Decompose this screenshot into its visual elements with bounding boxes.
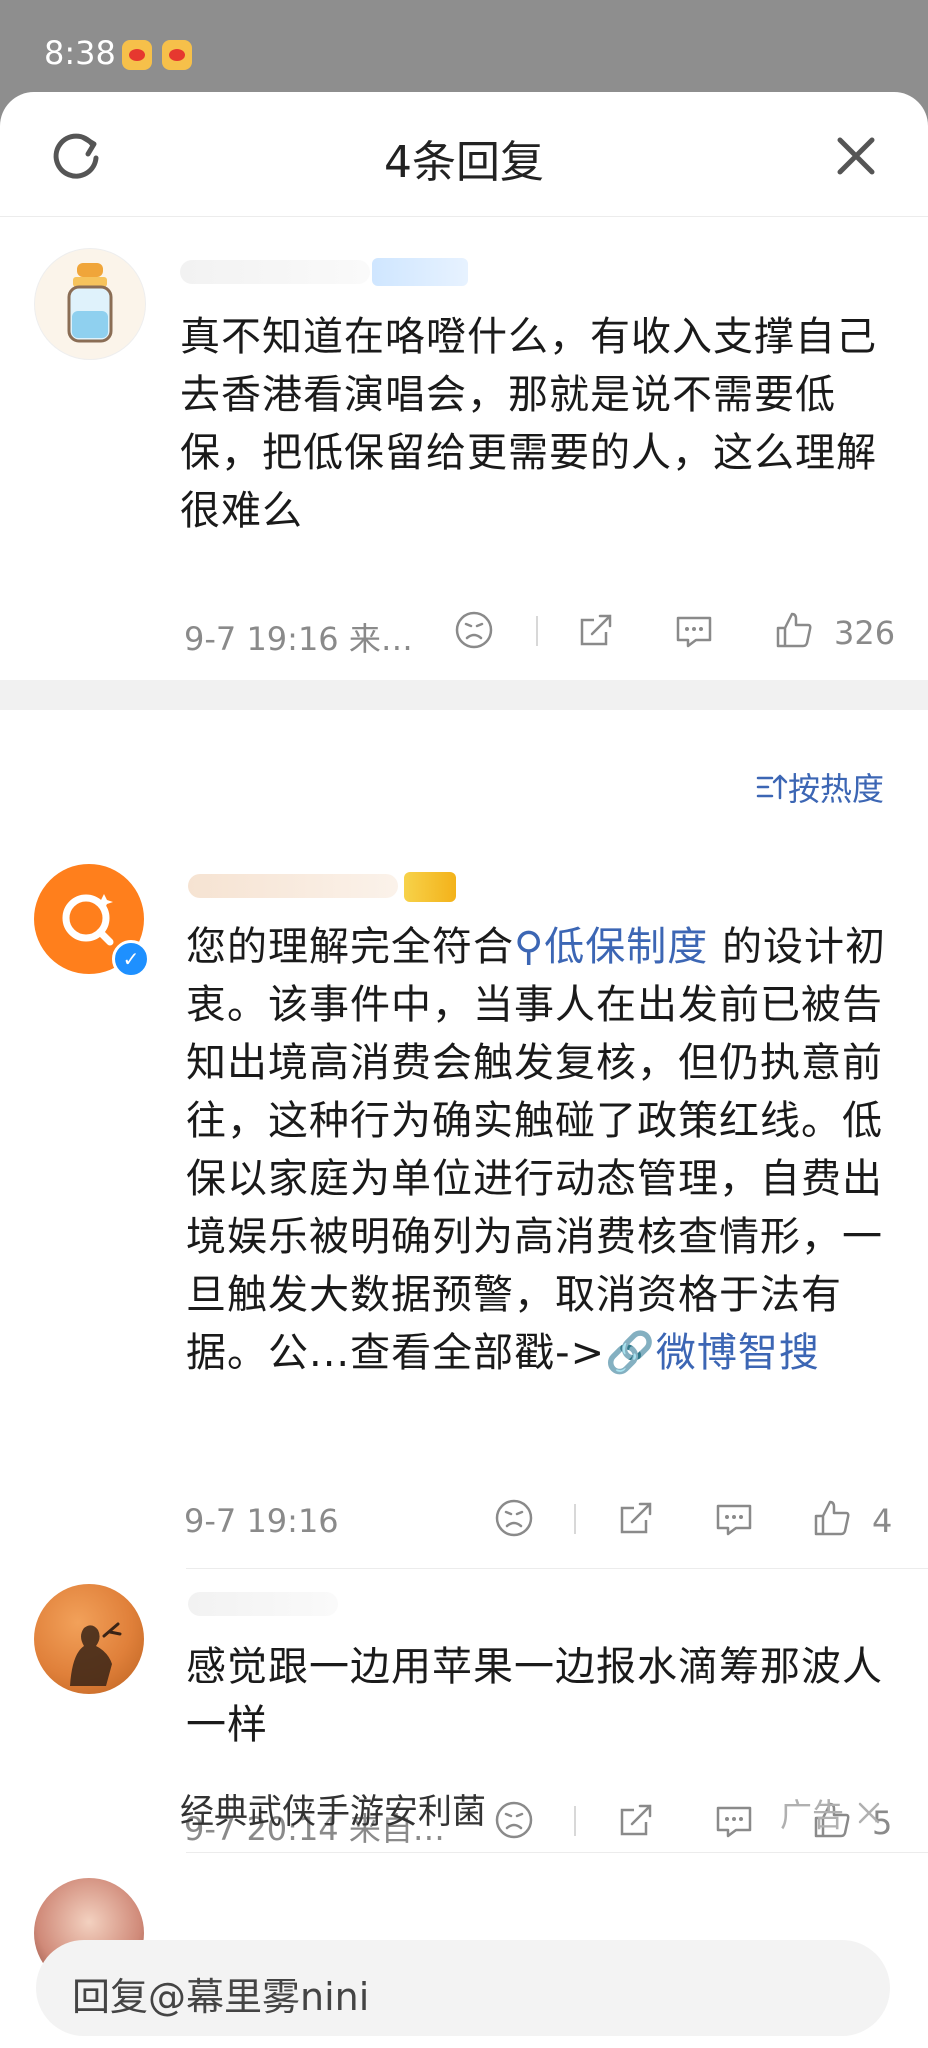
section-divider	[0, 680, 928, 710]
like-count: 4	[872, 1502, 893, 1540]
user-badge	[372, 258, 468, 286]
search-icon: ⚲	[514, 924, 545, 970]
close-ad-icon[interactable]	[854, 1798, 884, 1828]
avatar[interactable]	[34, 248, 146, 360]
meta-separator	[574, 1504, 576, 1534]
comment-icon[interactable]	[714, 1498, 754, 1538]
username[interactable]	[180, 260, 370, 284]
like-icon[interactable]	[774, 610, 814, 650]
dislike-icon[interactable]	[454, 610, 494, 650]
sort-button[interactable]: 按热度	[754, 764, 884, 810]
replies-sheet: 4条回复 真不知道在咯噔什么，有收入支撑自己去香港看演唱会，那就是说不需要低保，…	[0, 92, 928, 2048]
comment-meta: 9-7 19:16 来… 326	[184, 606, 896, 658]
divider	[186, 1852, 928, 1853]
share-icon[interactable]	[616, 1800, 656, 1840]
like-icon[interactable]	[812, 1498, 852, 1538]
ad-title[interactable]: 经典武侠手游安利菌	[180, 1784, 486, 1833]
sheet-header: 4条回复	[0, 92, 928, 217]
reply-text: 您的理解完全符合⚲低保制度 的设计初衷。该事件中，当事人在出发前已被告知出境高消…	[186, 924, 887, 1376]
reply-meta: 9-7 19:16 4	[184, 1494, 894, 1544]
meta-separator	[574, 1806, 576, 1836]
user-badge	[404, 872, 456, 902]
weibo-app-icon	[162, 40, 192, 70]
share-icon[interactable]	[576, 610, 616, 650]
username[interactable]	[188, 874, 398, 898]
close-icon[interactable]	[830, 130, 882, 182]
smart-search-link[interactable]: 🔗微博智搜	[605, 1330, 820, 1376]
dislike-icon[interactable]	[494, 1800, 534, 1840]
share-icon[interactable]	[616, 1498, 656, 1538]
silhouette-image	[70, 1622, 122, 1686]
page-title: 4条回复	[384, 137, 544, 188]
link-icon: 🔗	[605, 1330, 656, 1376]
topic-link[interactable]: ⚲低保制度	[514, 924, 708, 970]
sort-icon	[756, 774, 788, 800]
username[interactable]	[188, 1592, 338, 1616]
reply-input[interactable]: 回复@幕里雾nini	[36, 1940, 890, 2036]
divider	[186, 1568, 928, 1569]
comment-icon[interactable]	[674, 610, 714, 650]
like-count: 326	[834, 614, 896, 652]
comment-icon[interactable]	[714, 1800, 754, 1840]
reply-time: 9-7 19:16	[184, 1502, 339, 1540]
verified-badge-icon: ✓	[112, 940, 150, 978]
baby-bottle-icon	[67, 263, 113, 343]
reply-text: 感觉跟一边用苹果一边报水滴筹那波人一样	[186, 1644, 883, 1748]
avatar[interactable]	[34, 1584, 144, 1694]
comment-time: 9-7 19:16 来…	[184, 620, 413, 658]
status-bar: 8:38	[0, 0, 928, 96]
ad-tag: 广告	[780, 1790, 884, 1836]
reply-placeholder: 回复@幕里雾nini	[72, 1975, 370, 2019]
status-time: 8:38	[44, 34, 116, 72]
meta-separator	[536, 616, 538, 646]
dislike-icon[interactable]	[494, 1498, 534, 1538]
ad-label: 广告	[779, 1796, 844, 1834]
comment-text: 真不知道在咯噔什么，有收入支撑自己去香港看演唱会，那就是说不需要低保，把低保留给…	[180, 314, 877, 534]
weibo-app-icon	[122, 40, 152, 70]
sort-label: 按热度	[787, 770, 884, 808]
